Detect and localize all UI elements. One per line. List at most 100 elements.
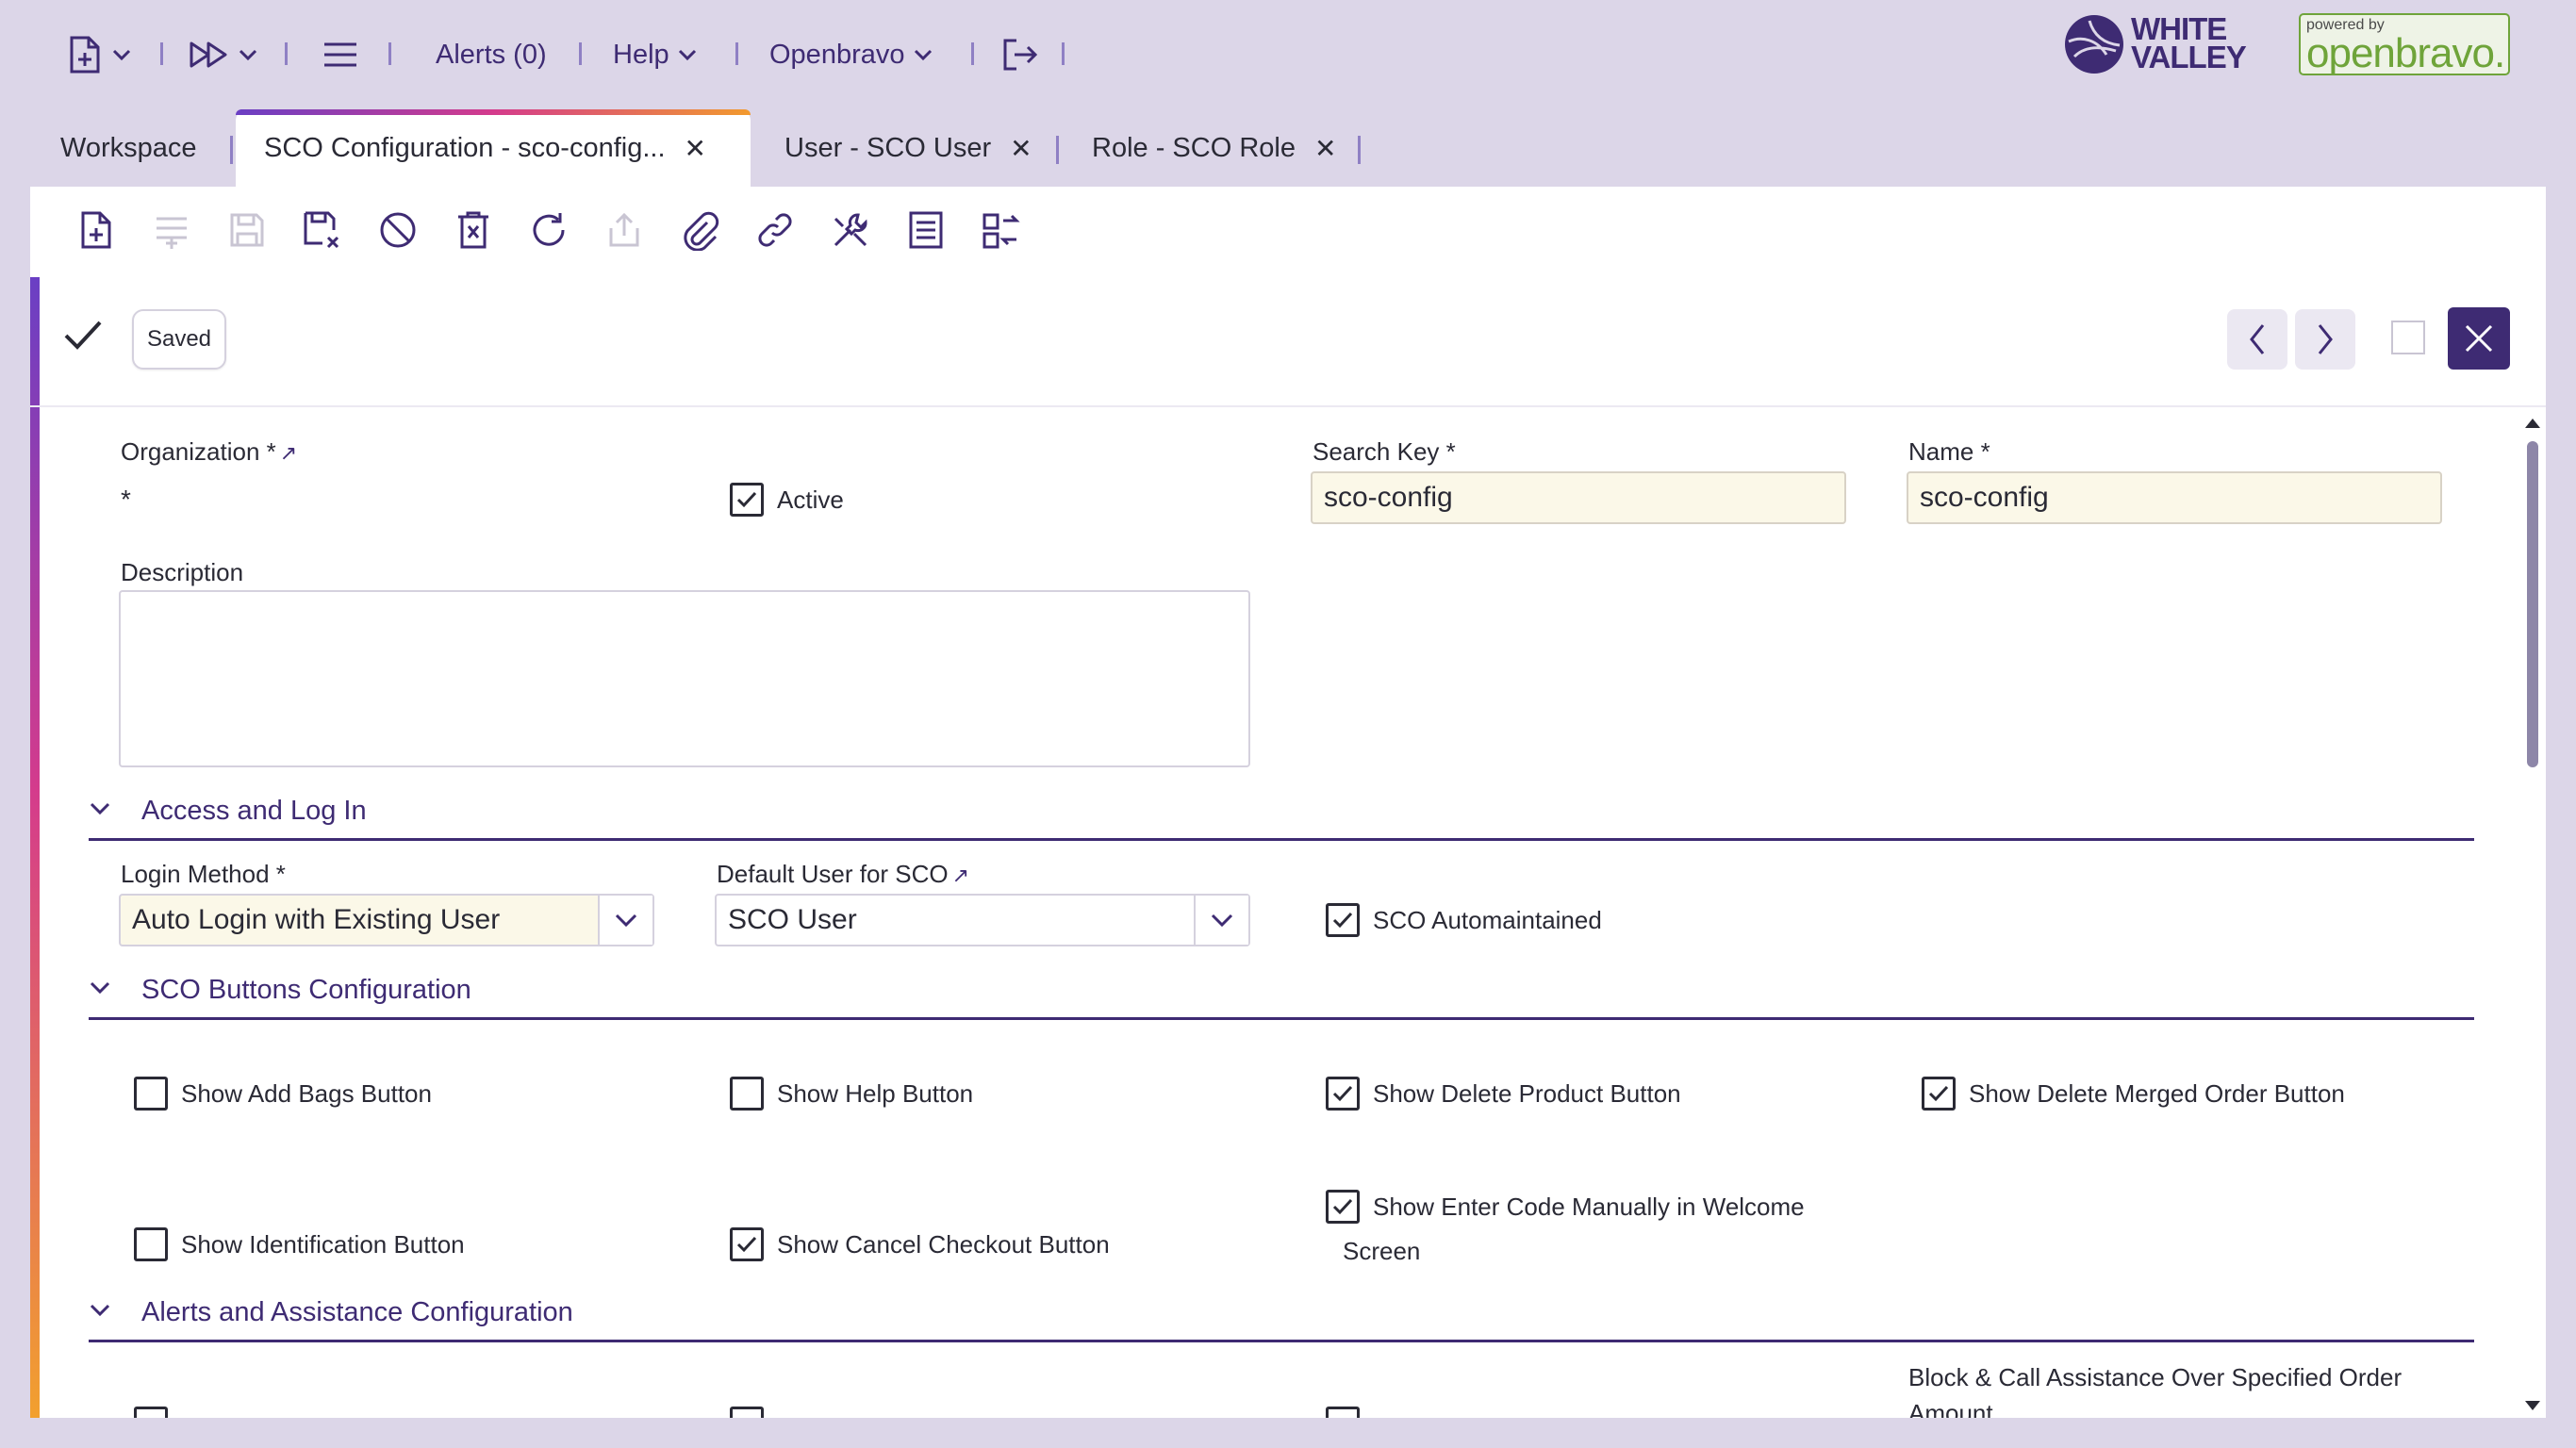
description-field[interactable] xyxy=(119,590,1250,767)
tab-sco-configuration[interactable]: SCO Configuration - sco-config... ✕ xyxy=(236,109,751,187)
white-valley-wordmark: WHITE VALLEY xyxy=(2131,11,2247,74)
select-dropdown-button[interactable] xyxy=(598,896,652,945)
sco-automaintained-checkbox[interactable] xyxy=(1326,903,1360,937)
next-record-button[interactable] xyxy=(2295,309,2355,370)
section-title: Alerts and Assistance Configuration xyxy=(141,1297,573,1327)
show-cancel-checkout-row[interactable]: Show Cancel Checkout Button xyxy=(730,1227,1110,1261)
undo-button[interactable] xyxy=(360,206,436,255)
quick-launch-menu[interactable] xyxy=(189,32,258,77)
new-record-button[interactable] xyxy=(58,206,134,255)
saved-status-badge: Saved xyxy=(132,309,226,370)
save-close-button[interactable] xyxy=(285,206,360,255)
login-method-select[interactable]: Auto Login with Existing User xyxy=(119,894,654,946)
show-delete-product-checkbox[interactable] xyxy=(1326,1077,1360,1111)
open-link-icon[interactable]: ↗ xyxy=(280,441,297,465)
attachment-button[interactable] xyxy=(662,206,737,255)
tab-role-sco-role[interactable]: Role - SCO Role ✕ xyxy=(1092,109,1336,187)
scroll-up-icon[interactable] xyxy=(2523,417,2542,430)
print-record-button[interactable] xyxy=(888,206,964,255)
section-alerts-assistance[interactable]: Alerts and Assistance Configuration xyxy=(89,1293,2474,1342)
open-link-icon[interactable]: ↗ xyxy=(952,864,969,887)
checkmark-icon xyxy=(1332,1198,1353,1215)
show-identification-label: Show Identification Button xyxy=(181,1229,465,1259)
maximize-button[interactable] xyxy=(2391,321,2425,354)
chevron-down-icon xyxy=(914,49,932,61)
show-enter-code-row[interactable]: Show Enter Code Manually in Welcome xyxy=(1326,1190,1805,1224)
logout-button[interactable] xyxy=(1001,32,1039,77)
close-icon[interactable]: ✕ xyxy=(685,133,706,164)
show-help-label: Show Help Button xyxy=(777,1078,974,1108)
active-checkbox-row[interactable]: Active xyxy=(730,483,844,517)
show-delete-merged-row[interactable]: Show Delete Merged Order Button xyxy=(1922,1077,2345,1111)
show-enter-code-label: Show Enter Code Manually in Welcome xyxy=(1373,1192,1805,1221)
user-menu[interactable]: Openbravo xyxy=(769,32,933,77)
white-valley-logo: WHITE VALLEY xyxy=(2063,11,2252,77)
show-help-checkbox[interactable] xyxy=(730,1077,764,1111)
show-identification-checkbox[interactable] xyxy=(134,1227,168,1261)
tab-workspace[interactable]: Workspace xyxy=(60,109,197,187)
scroll-down-icon[interactable] xyxy=(2523,1399,2542,1412)
document-view-icon xyxy=(909,211,943,249)
show-identification-row[interactable]: Show Identification Button xyxy=(134,1227,465,1261)
show-add-bags-checkbox[interactable] xyxy=(134,1077,168,1111)
help-menu[interactable]: Help xyxy=(613,32,698,77)
sco-automaintained-row[interactable]: SCO Automaintained xyxy=(1326,903,1602,937)
section-title: SCO Buttons Configuration xyxy=(141,975,471,1005)
nav-divider xyxy=(160,42,163,65)
sco-automaintained-label: SCO Automaintained xyxy=(1373,905,1602,934)
close-icon[interactable]: ✕ xyxy=(1314,133,1336,164)
checkmark-icon xyxy=(736,1236,757,1253)
show-delete-merged-checkbox[interactable] xyxy=(1922,1077,1956,1111)
name-label: Name * xyxy=(1908,437,1990,466)
nav-divider xyxy=(579,42,582,65)
show-delete-product-row[interactable]: Show Delete Product Button xyxy=(1326,1077,1681,1111)
show-cancel-checkout-checkbox[interactable] xyxy=(730,1227,764,1261)
default-user-select[interactable]: SCO User xyxy=(715,894,1250,946)
select-dropdown-button[interactable] xyxy=(1194,896,1248,945)
user-label: Openbravo xyxy=(769,39,905,70)
tools-button[interactable] xyxy=(813,206,888,255)
delete-button[interactable] xyxy=(436,206,511,255)
search-key-field[interactable]: sco-config xyxy=(1311,471,1846,524)
show-add-bags-row[interactable]: Show Add Bags Button xyxy=(134,1077,432,1111)
alerts-checkbox-1[interactable] xyxy=(134,1407,168,1418)
scrollbar-thumb[interactable] xyxy=(2527,441,2538,767)
previous-record-button[interactable] xyxy=(2227,309,2287,370)
close-record-button[interactable] xyxy=(2448,307,2510,370)
alerts-checkbox-2[interactable] xyxy=(730,1407,764,1418)
application-menu-button[interactable] xyxy=(322,32,358,77)
openbravo-logo: powered by openbravo. xyxy=(2299,13,2510,76)
new-document-menu[interactable] xyxy=(66,32,132,77)
chevron-down-icon xyxy=(1211,913,1233,928)
alerts-checkbox-3[interactable] xyxy=(1326,1407,1360,1418)
active-checkbox[interactable] xyxy=(730,483,764,517)
section-sco-buttons[interactable]: SCO Buttons Configuration xyxy=(89,971,2474,1020)
alerts-link[interactable]: Alerts (0) xyxy=(436,32,547,77)
show-add-bags-label: Show Add Bags Button xyxy=(181,1078,432,1108)
search-key-label: Search Key * xyxy=(1313,437,1456,466)
cancel-icon xyxy=(380,212,416,248)
tab-label: User - SCO User xyxy=(784,132,992,163)
tab-label: SCO Configuration - sco-config... xyxy=(264,132,666,163)
login-method-value: Auto Login with Existing User xyxy=(132,904,501,935)
chevron-down-icon xyxy=(90,1304,110,1317)
new-row-button[interactable] xyxy=(134,206,209,255)
link-button[interactable] xyxy=(737,206,813,255)
refresh-button[interactable] xyxy=(511,206,586,255)
chevron-left-icon xyxy=(2250,324,2265,354)
show-enter-code-checkbox[interactable] xyxy=(1326,1190,1360,1224)
clone-record-button[interactable] xyxy=(964,206,1039,255)
section-access-login[interactable]: Access and Log In xyxy=(89,792,2474,841)
close-icon[interactable]: ✕ xyxy=(1010,133,1032,164)
show-help-row[interactable]: Show Help Button xyxy=(730,1077,973,1111)
chevron-down-icon xyxy=(90,802,110,815)
tab-user-sco-user[interactable]: User - SCO User ✕ xyxy=(784,109,1032,187)
block-call-assistance-label: Block & Call Assistance Over Specified O… xyxy=(1908,1363,2403,1391)
export-button[interactable] xyxy=(586,206,662,255)
nav-divider xyxy=(971,42,974,65)
name-field[interactable]: sco-config xyxy=(1907,471,2442,524)
save-button[interactable] xyxy=(209,206,285,255)
organization-value[interactable]: * xyxy=(121,485,131,515)
window-tabs: Workspace SCO Configuration - sco-config… xyxy=(30,109,2557,187)
checkmark-icon xyxy=(64,321,102,350)
